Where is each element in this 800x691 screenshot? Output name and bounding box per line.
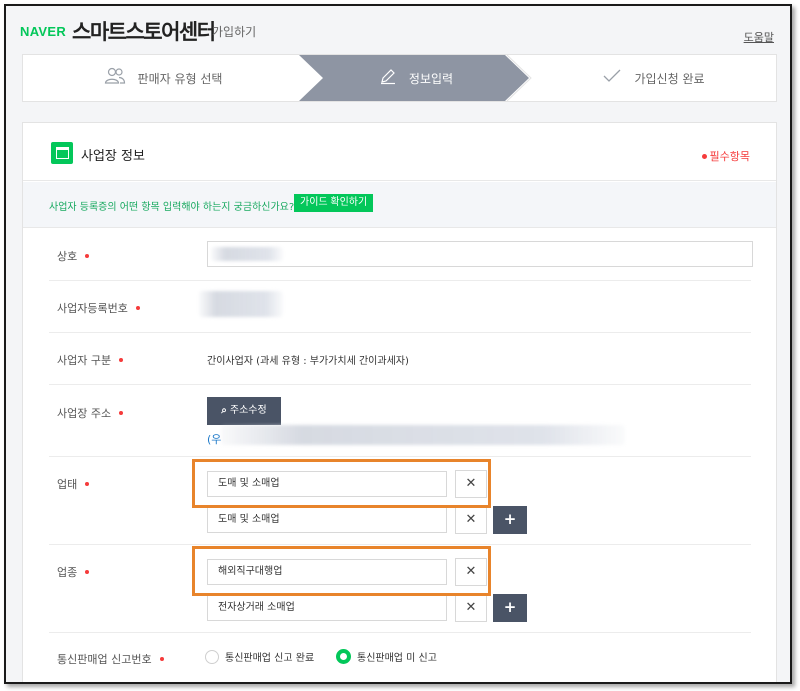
help-link[interactable]: 도움말 xyxy=(744,29,774,45)
check-icon xyxy=(602,68,622,89)
add-category-button[interactable]: + xyxy=(493,506,527,534)
section-title: 사업장 정보 xyxy=(81,149,145,164)
users-icon xyxy=(104,67,126,90)
step-label: 가입신청 완료 xyxy=(634,71,705,86)
add-item-button[interactable]: + xyxy=(493,594,527,622)
radio-mail-order-not-reported[interactable]: 통신판매업 미 신고 xyxy=(336,649,437,664)
radio-mail-order-done[interactable]: 통신판매업 신고 완료 xyxy=(205,649,314,664)
company-name-input[interactable] xyxy=(207,241,753,267)
header: NAVER 스마트스토어센터 가입하기 도움말 xyxy=(6,6,790,58)
step-indicator: 판매자 유형 선택 정보입력 가입신청 완료 xyxy=(22,54,777,102)
search-icon: ⌕ xyxy=(221,405,227,416)
label-company-name: 상호 xyxy=(57,248,90,264)
zip-prefix: (우 xyxy=(207,433,222,446)
business-type-value: 간이사업자 (과세 유형 : 부가가치세 간이과세자) xyxy=(207,356,409,367)
row-address xyxy=(49,385,751,457)
row-business-number xyxy=(49,281,751,333)
guide-text: 사업자 등록증의 어떤 항목 입력해야 하는지 궁금하신가요? xyxy=(49,202,295,213)
step-complete: 가입신청 완료 xyxy=(529,55,778,101)
brand-title: 스마트스토어센터 xyxy=(72,20,216,44)
redacted-address xyxy=(221,425,625,445)
business-category-input[interactable]: 도매 및 소매업 xyxy=(207,507,447,533)
page-subtitle: 가입하기 xyxy=(212,25,257,39)
redacted-company-name xyxy=(211,247,283,261)
edit-address-button[interactable]: ⌕ 주소수정 xyxy=(207,397,281,425)
label-business-item: 업종 xyxy=(57,564,90,580)
naver-logo[interactable]: NAVER xyxy=(20,24,66,39)
guide-button[interactable]: 가이드 확인하기 xyxy=(294,194,374,212)
pencil-icon xyxy=(379,67,397,90)
label-business-number: 사업자등록번호 xyxy=(57,300,140,316)
radio-circle[interactable] xyxy=(205,649,219,664)
label-address: 사업장 주소 xyxy=(57,405,124,421)
step-label: 판매자 유형 선택 xyxy=(137,71,223,86)
redacted-business-number xyxy=(199,291,283,317)
radio-label: 통신판매업 미 신고 xyxy=(357,653,437,664)
highlight-box xyxy=(192,546,491,596)
label-business-category: 업태 xyxy=(57,476,90,492)
radio-circle-selected[interactable] xyxy=(336,649,351,664)
store-icon xyxy=(51,142,73,164)
label-business-type: 사업자 구분 xyxy=(57,352,124,368)
step-info-input: 정보입력 xyxy=(303,55,529,101)
highlight-box xyxy=(192,459,491,508)
section-header: 사업장 정보 필수항목 xyxy=(23,123,776,181)
required-legend: 필수항목 xyxy=(701,148,750,164)
remove-category-button[interactable]: ✕ xyxy=(455,506,487,534)
radio-label: 통신판매업 신고 완료 xyxy=(225,653,315,664)
remove-item-button[interactable]: ✕ xyxy=(455,594,487,622)
guide-bar: 사업자 등록증의 어떤 항목 입력해야 하는지 궁금하신가요? 가이드 확인하기 xyxy=(23,182,776,228)
step-label: 정보입력 xyxy=(408,71,454,86)
business-info-panel: 사업장 정보 필수항목 사업자 등록증의 어떤 항목 입력해야 하는지 궁금하신… xyxy=(22,122,777,682)
label-mail-order: 통신판매업 신고번호 xyxy=(57,651,164,667)
business-item-input[interactable]: 전자상거래 소매업 xyxy=(207,595,447,621)
step-seller-type: 판매자 유형 선택 xyxy=(23,55,303,101)
window: NAVER 스마트스토어센터 가입하기 도움말 판매자 유형 선택 정보입력 가… xyxy=(4,4,792,684)
